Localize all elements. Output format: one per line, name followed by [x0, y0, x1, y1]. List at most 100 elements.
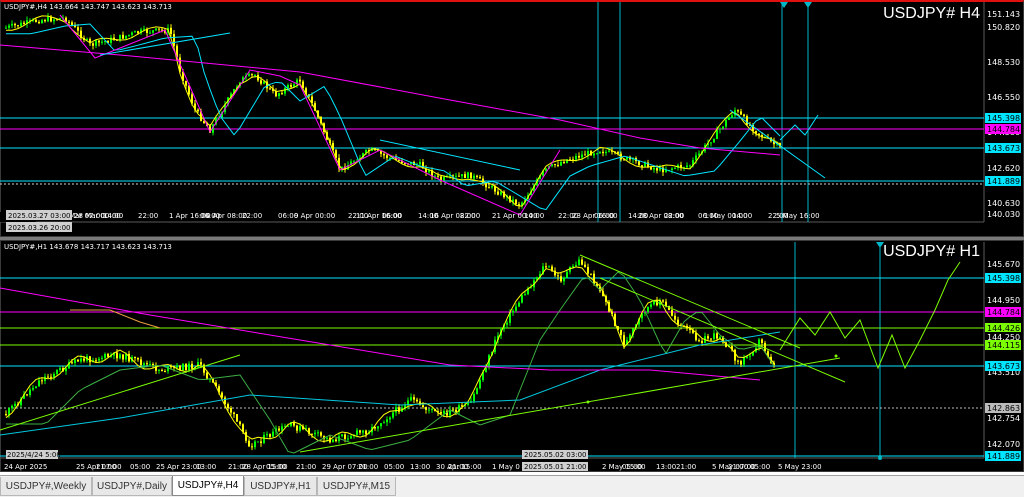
tab-usdjpy-daily[interactable]: USDJPY#,Daily	[92, 477, 172, 496]
candle-body	[41, 20, 43, 24]
tab-usdjpy-h4[interactable]: USDJPY#,H4	[172, 476, 244, 496]
candle-body	[545, 168, 547, 171]
candle-body	[506, 322, 508, 325]
h4-chart-canvas[interactable]: 151.143150.820148.530146.550144.580142.6…	[0, 0, 1024, 237]
candle-body	[653, 168, 655, 170]
tab-usdjpy-m15[interactable]: USDJPY#,M15	[317, 477, 396, 496]
time-tick-label: 14:00	[524, 212, 544, 220]
time-tick-label: 05:00	[384, 463, 404, 471]
candle-body	[5, 414, 7, 416]
candle-body	[107, 353, 109, 357]
candle-body	[434, 175, 436, 177]
candle-body	[38, 380, 40, 387]
candle-body	[260, 80, 262, 84]
price-tick-label: 150.820	[987, 23, 1020, 32]
time-highlight: 2025.05.02 03:00	[524, 451, 586, 459]
trend-line	[299, 357, 841, 453]
candle-body	[53, 19, 55, 22]
h1-chart-canvas[interactable]: 145.670144.950144.230143.510142.790142.0…	[0, 240, 1024, 472]
candle-body	[557, 275, 559, 277]
candle-body	[101, 357, 103, 359]
candle-body	[572, 266, 574, 268]
candle-body	[269, 88, 271, 90]
candle-body	[398, 407, 400, 412]
trend-line	[379, 139, 521, 171]
candle-body	[722, 126, 724, 129]
time-tick-label: 4 Apr 08:00	[206, 212, 247, 220]
candle-body	[263, 434, 265, 443]
candle-body	[521, 295, 523, 303]
candle-body	[71, 22, 73, 26]
candle-body	[386, 419, 388, 423]
candle-body	[254, 74, 256, 76]
ma-fast-line	[5, 15, 781, 207]
candle-body	[725, 119, 727, 127]
time-tick-label: 05:00	[266, 463, 286, 471]
time-tick-label: 14:00	[732, 212, 752, 220]
candle-body	[512, 310, 514, 313]
candle-body	[455, 409, 457, 412]
candle-body	[281, 426, 283, 431]
candle-body	[158, 28, 160, 30]
candle-body	[320, 432, 322, 436]
candle-body	[251, 446, 253, 448]
h4-ohlc-info: USDJPY#,H4 143.664 143.747 143.623 143.7…	[4, 3, 172, 11]
ma-fast-line	[5, 266, 775, 442]
candle-body	[638, 161, 640, 166]
candle-body	[5, 27, 7, 29]
h1-chart-pane[interactable]: 145.670144.950144.230143.510142.790142.0…	[0, 240, 1024, 472]
candle-body	[290, 84, 292, 87]
candle-body	[716, 129, 718, 140]
candle-body	[74, 359, 76, 363]
candle-body	[392, 412, 394, 418]
tab-usdjpy-weekly[interactable]: USDJPY#,Weekly	[0, 477, 92, 496]
candle-body	[131, 32, 133, 35]
candle-body	[473, 175, 475, 179]
candle-body	[188, 363, 190, 371]
candle-body	[545, 266, 547, 268]
candle-body	[152, 30, 154, 33]
candle-body	[326, 437, 328, 439]
candle-body	[104, 353, 106, 358]
h1-symbol-label: USDJPY# H1	[883, 243, 980, 260]
candle-body	[191, 363, 193, 369]
candle-body	[164, 371, 166, 373]
candle-body	[77, 359, 79, 362]
candle-body	[761, 339, 763, 343]
h4-chart-pane[interactable]: 151.143150.820148.530146.550144.580142.6…	[0, 0, 1024, 237]
candle-body	[227, 404, 229, 409]
candle-body	[149, 363, 151, 365]
time-highlight: 2025.03.27 03:00	[8, 212, 70, 220]
candle-body	[182, 363, 184, 371]
candle-body	[146, 363, 148, 365]
candle-body	[548, 266, 550, 268]
candle-body	[593, 153, 595, 156]
candle-body	[710, 338, 712, 340]
tab-usdjpy-h1[interactable]: USDJPY#,H1	[244, 477, 317, 496]
time-tick-label: 25 Apr 23:00	[156, 463, 202, 471]
time-highlight: 2025.05.01 21:00	[524, 463, 586, 471]
candle-body	[383, 153, 385, 156]
candle-body	[83, 358, 85, 361]
anchor-dot	[834, 354, 838, 358]
price-level-tag: 144.115	[987, 341, 1020, 350]
candle-body	[554, 164, 556, 166]
candle-body	[125, 35, 127, 39]
candle-body	[134, 357, 136, 359]
candle-body	[656, 168, 658, 171]
price-tick-label: 146.550	[987, 93, 1020, 102]
candle-body	[416, 399, 418, 402]
candle-body	[428, 409, 430, 411]
price-level-tag: 142.863	[987, 404, 1020, 413]
chart-tab-bar: USDJPY#,Weekly USDJPY#,Daily USDJPY#,H4 …	[0, 475, 1024, 497]
candle-body	[38, 21, 40, 24]
candle-body	[200, 362, 202, 365]
candle-body	[686, 165, 688, 168]
candle-body	[233, 412, 235, 414]
candle-body	[311, 433, 313, 435]
candle-body	[92, 43, 94, 46]
candle-body	[524, 294, 526, 296]
candle-body	[671, 309, 673, 316]
candle-body	[671, 168, 673, 171]
candle-body	[620, 329, 622, 336]
